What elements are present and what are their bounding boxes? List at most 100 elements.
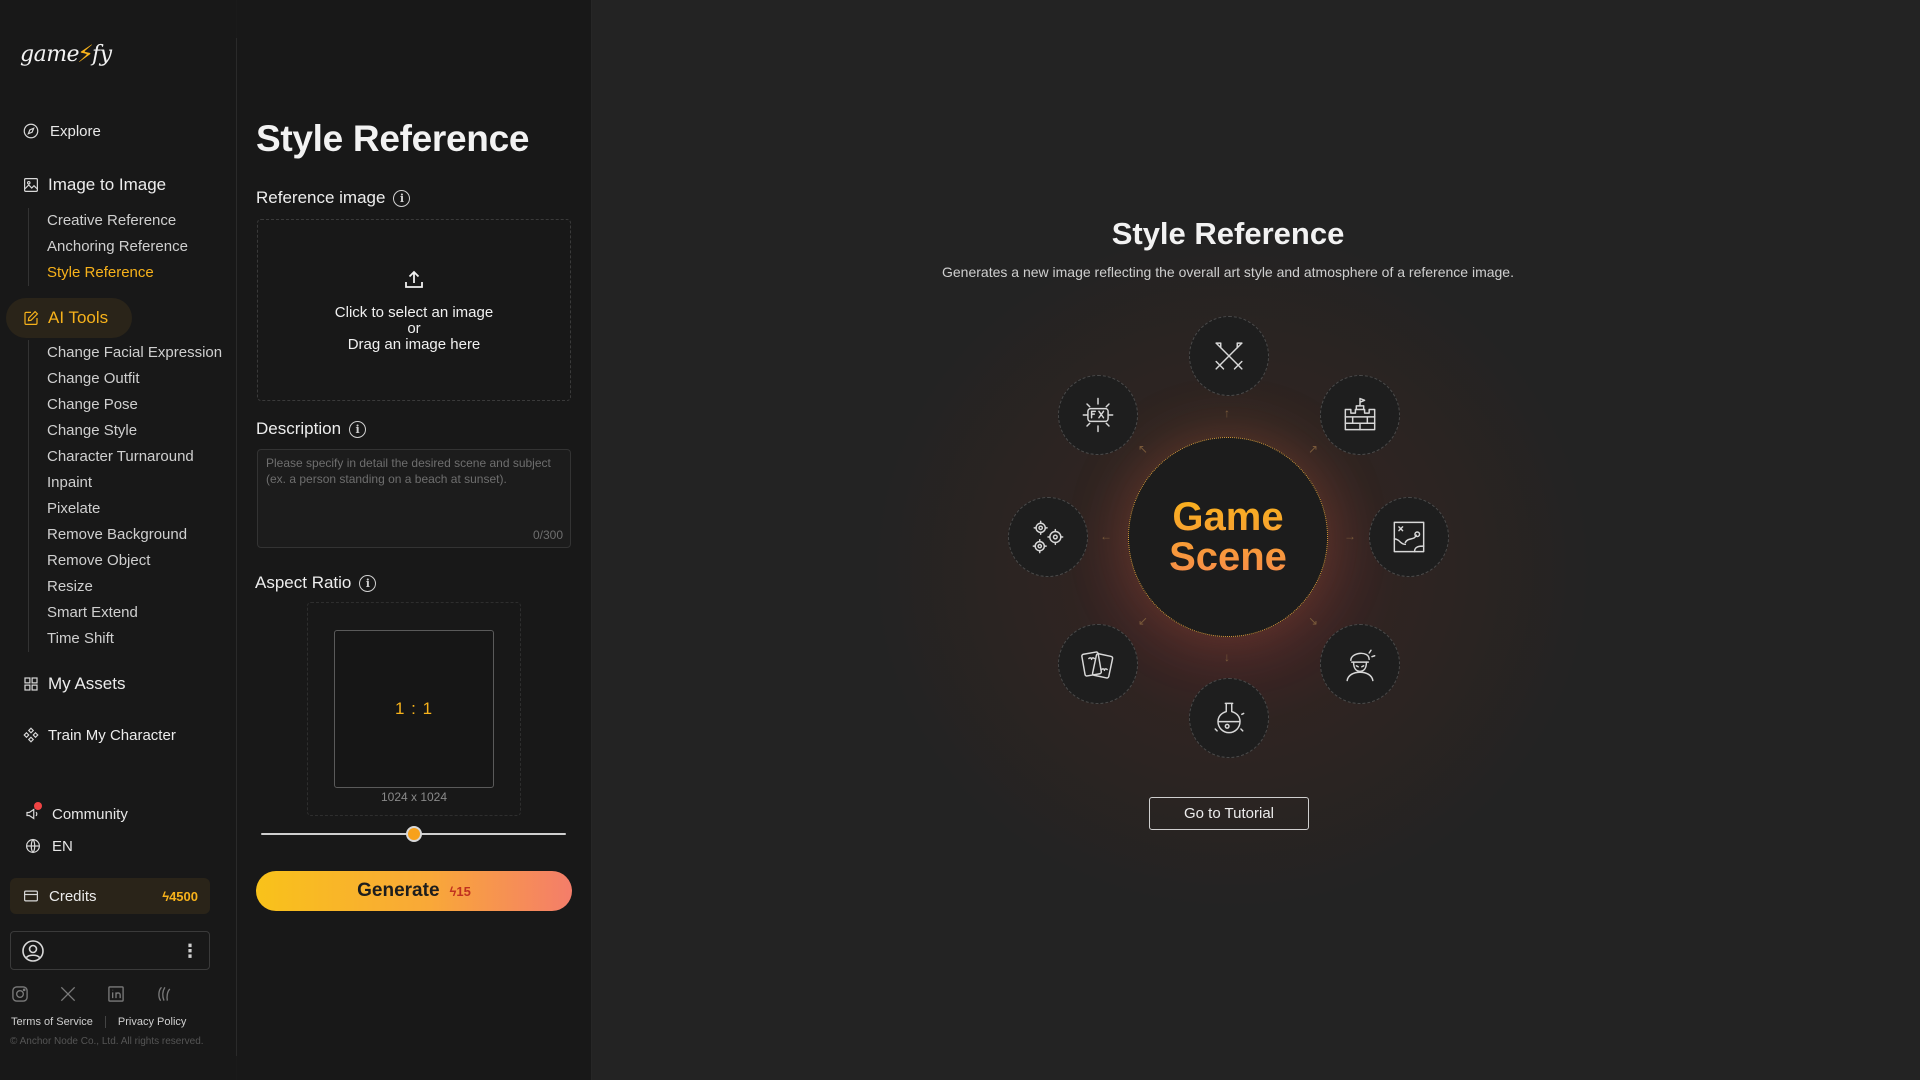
gears-icon: [1008, 497, 1088, 577]
aspect-ratio-preview: 1 : 1: [334, 630, 494, 788]
credits-panel[interactable]: Credits ϟ4500: [10, 878, 210, 914]
upload-hint-drag: Drag an image here: [347, 335, 481, 353]
legal-links: Terms of Service Privacy Policy: [11, 1016, 186, 1028]
terms-link[interactable]: Terms of Service: [11, 1016, 93, 1028]
aspect-ratio-slider[interactable]: [261, 826, 566, 842]
copyright-text: © Anchor Node Co., Ltd. All rights reser…: [10, 1036, 204, 1047]
description-label-text: Description: [256, 419, 342, 438]
threads-icon[interactable]: [154, 984, 174, 1009]
arrow-left-icon: ←: [1100, 529, 1112, 543]
image-upload-dropzone[interactable]: Click to select an image or Drag an imag…: [257, 219, 571, 401]
page-title: Style Reference: [256, 118, 530, 159]
arrow-down-icon: ↓: [1224, 650, 1230, 664]
game-scene-hub: Game Scene: [1128, 437, 1328, 637]
nav-my-assets-label: My Assets: [48, 674, 126, 693]
megaphone-icon: [24, 802, 42, 823]
credits-label: Credits: [49, 887, 97, 905]
description-label: Description i: [256, 419, 367, 439]
nav-ai-tools[interactable]: AI Tools: [6, 298, 132, 338]
upload-icon: [402, 268, 426, 297]
nav-community-label: Community: [52, 805, 128, 823]
nav-train-my-character-label: Train My Character: [48, 726, 176, 744]
sidebar-item-inpaint[interactable]: Inpaint: [47, 470, 222, 496]
info-icon[interactable]: i: [359, 574, 377, 592]
info-icon[interactable]: i: [393, 189, 411, 207]
aspect-ratio-dimensions: 1024 x 1024: [380, 790, 448, 804]
nav-explore[interactable]: Explore: [22, 122, 101, 140]
nav-image-to-image[interactable]: Image to Image: [22, 175, 166, 195]
nav-community[interactable]: Community: [24, 802, 128, 823]
sidebar-item-remove-object[interactable]: Remove Object: [47, 548, 222, 574]
legal-divider: [104, 1016, 106, 1028]
social-links: [10, 984, 174, 1009]
fx-icon: [1058, 375, 1138, 455]
sidebar-item-change-pose[interactable]: Change Pose: [47, 392, 222, 418]
logo[interactable]: game ⚡ fy: [20, 36, 112, 72]
upload-hint-or: or: [407, 319, 421, 337]
privacy-link[interactable]: Privacy Policy: [118, 1016, 186, 1028]
globe-icon: [24, 837, 42, 855]
instagram-icon[interactable]: [10, 984, 30, 1009]
arrow-down-left-icon: ↙: [1138, 614, 1149, 628]
upload-hint-primary: Click to select an image: [334, 303, 494, 321]
sidebar-item-style-reference[interactable]: Style Reference: [47, 260, 188, 286]
aspect-ratio-label: Aspect Ratio i: [255, 573, 377, 593]
language-selector[interactable]: EN: [24, 837, 73, 855]
sidebar-item-time-shift[interactable]: Time Shift: [47, 626, 222, 652]
arrow-up-left-icon: ↖: [1138, 442, 1149, 456]
cards-icon: [1058, 624, 1138, 704]
sidebar-item-remove-background[interactable]: Remove Background: [47, 522, 222, 548]
slider-thumb[interactable]: [405, 826, 422, 842]
intro-panel: Style Reference Generates a new image re…: [592, 0, 1920, 1080]
logo-text-end: fy: [91, 41, 112, 67]
logo-text-start: game: [20, 41, 80, 67]
arrow-up-right-icon: ↗: [1308, 442, 1319, 456]
sidebar: game ⚡ fy Explore Image to Image Creativ…: [0, 0, 236, 1080]
sidebar-item-creative-reference[interactable]: Creative Reference: [47, 208, 188, 234]
aspect-ratio-label-text: Aspect Ratio: [255, 573, 352, 592]
nav-ai-tools-label: AI Tools: [48, 308, 109, 327]
sidebar-item-change-outfit[interactable]: Change Outfit: [47, 366, 222, 392]
swords-icon: [1189, 316, 1269, 396]
intro-description: Generates a new image reflecting the ove…: [942, 264, 1514, 280]
go-to-tutorial-button[interactable]: Go to Tutorial: [1149, 797, 1309, 830]
reference-image-label: Reference image i: [256, 188, 411, 208]
arrow-down-right-icon: ↘: [1308, 614, 1319, 628]
image-to-image-submenu: Creative Reference Anchoring Reference S…: [28, 208, 188, 286]
user-account-box[interactable]: ⋮: [10, 931, 210, 970]
edit-icon: [22, 309, 40, 327]
sidebar-item-smart-extend[interactable]: Smart Extend: [47, 600, 222, 626]
character-icon: [1320, 624, 1400, 704]
image-icon: [22, 176, 40, 194]
nav-my-assets[interactable]: My Assets: [22, 674, 125, 694]
sidebar-item-change-style[interactable]: Change Style: [47, 418, 222, 444]
arrow-up-icon: ↑: [1224, 406, 1230, 420]
generate-cost: ϟ15: [449, 883, 471, 899]
grid-icon: [22, 675, 40, 693]
castle-wall-icon: [1320, 375, 1400, 455]
aspect-ratio-value: 1 : 1: [394, 699, 434, 718]
ai-tools-submenu: Change Facial Expression Change Outfit C…: [28, 340, 222, 652]
compass-icon: [22, 122, 40, 140]
sidebar-item-resize[interactable]: Resize: [47, 574, 222, 600]
sidebar-item-anchoring-reference[interactable]: Anchoring Reference: [47, 234, 188, 260]
sidebar-item-change-facial-expression[interactable]: Change Facial Expression: [47, 340, 222, 366]
language-label: EN: [52, 837, 73, 855]
generate-label: Generate: [357, 880, 440, 901]
more-options-icon[interactable]: ⋮: [181, 942, 199, 960]
user-avatar-icon: [21, 939, 45, 963]
sidebar-item-character-turnaround[interactable]: Character Turnaround: [47, 444, 222, 470]
hub-line-1: Game: [1172, 495, 1284, 539]
hub-line-2: Scene: [1169, 535, 1287, 579]
nav-train-my-character[interactable]: Train My Character: [22, 726, 176, 744]
nav-explore-label: Explore: [50, 122, 101, 140]
credits-amount: 4500: [169, 888, 198, 904]
generate-button[interactable]: Generate ϟ15: [256, 871, 572, 911]
info-icon[interactable]: i: [349, 420, 367, 438]
sidebar-item-pixelate[interactable]: Pixelate: [47, 496, 222, 522]
notification-dot: [34, 802, 42, 810]
map-icon: [1369, 497, 1449, 577]
description-input[interactable]: Please specify in detail the desired sce…: [257, 449, 571, 548]
linkedin-icon[interactable]: [106, 984, 126, 1009]
x-icon[interactable]: [58, 984, 78, 1009]
